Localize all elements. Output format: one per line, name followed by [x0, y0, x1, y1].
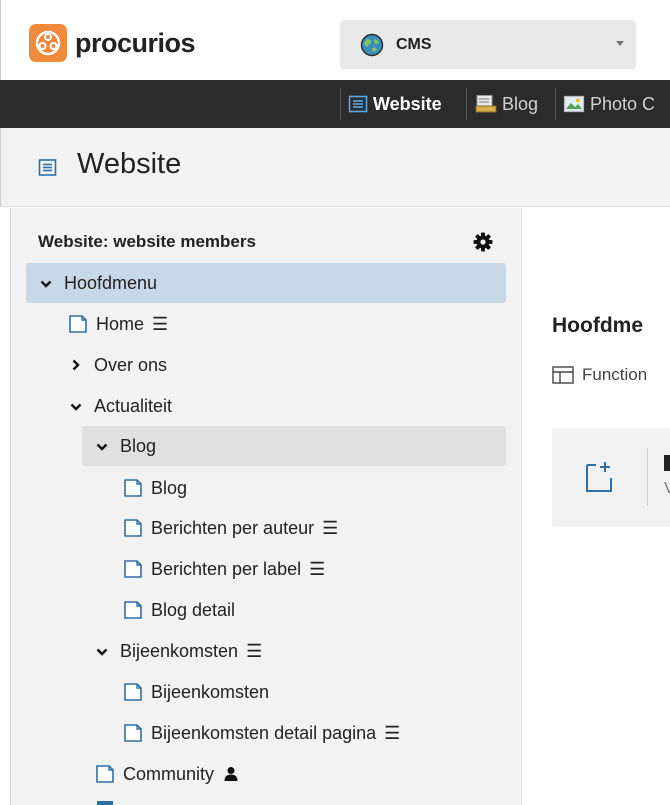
- tree-item-bijeenkomsten-folder[interactable]: Bijeenkomsten ☰: [94, 631, 262, 671]
- chevron-down-icon[interactable]: [94, 436, 110, 457]
- nav-tab-blog[interactable]: Blog: [475, 80, 538, 128]
- tree-item-label: Over ons: [94, 354, 168, 375]
- tree-item-label: Home: [96, 313, 145, 334]
- tree-item-actualiteit[interactable]: Actualiteit: [68, 386, 172, 426]
- chevron-down-icon[interactable]: [94, 641, 110, 662]
- menu-icon: ☰: [322, 517, 339, 538]
- page-icon: [124, 683, 142, 701]
- card-divider: [647, 448, 648, 506]
- layout-icon: [552, 366, 574, 384]
- card-title-fragment: [664, 455, 670, 471]
- menu-icon: ☰: [246, 640, 263, 661]
- module-nav: Website Blog Photo C: [0, 80, 670, 128]
- function-row: Function: [552, 365, 647, 385]
- menu-icon: ☰: [309, 558, 326, 579]
- tree-item-over-ons[interactable]: Over ons: [68, 345, 167, 385]
- chevron-down-icon[interactable]: [68, 396, 84, 417]
- tree-item-label: Actualiteit: [94, 395, 173, 416]
- content-title: Hoofdme: [552, 314, 643, 337]
- top-bar: procurios CMS: [0, 0, 670, 80]
- tree-item-label: Bijeenkomsten detail pagina: [151, 722, 377, 743]
- nav-tab-photo[interactable]: Photo C: [563, 80, 655, 128]
- tree-item-home[interactable]: Home ☰: [68, 304, 168, 344]
- nav-divider: [466, 88, 467, 120]
- tree-item-label: Blog detail: [151, 599, 236, 620]
- nav-tab-website[interactable]: Website: [348, 80, 442, 128]
- site-selector[interactable]: CMS: [340, 20, 636, 69]
- page-icon: [124, 724, 142, 742]
- tree-item-berichten-per-auteur[interactable]: Berichten per auteur ☰: [123, 508, 338, 548]
- nav-divider: [340, 88, 341, 120]
- tree-item-bijeenkomsten[interactable]: Bijeenkomsten: [123, 672, 269, 712]
- tree-item-label: Hoofdmenu: [64, 272, 158, 293]
- page-header: Website: [0, 128, 670, 207]
- photo-icon: [563, 95, 585, 113]
- globe-icon: [360, 33, 384, 56]
- brand-name: procurios: [75, 27, 196, 58]
- function-label: Function: [582, 365, 648, 384]
- tree-item-hoofdmenu[interactable]: Hoofdmenu: [26, 263, 506, 303]
- tree-item-label: Berichten per auteur: [151, 517, 315, 538]
- list-icon: [348, 95, 368, 113]
- site-selector-value: CMS: [396, 35, 432, 53]
- card-subtitle-fragment: V: [664, 480, 670, 497]
- tree-heading: Website: website members: [38, 232, 256, 251]
- page-icon: [124, 601, 142, 619]
- menu-icon: ☰: [152, 313, 169, 334]
- tree-item-blog[interactable]: Blog: [123, 468, 187, 508]
- tree-item-label: Bijeenkomsten: [151, 681, 270, 702]
- add-page-icon: [586, 462, 612, 492]
- tree-item-label: Blog: [120, 435, 157, 456]
- menu-icon: ☰: [384, 722, 401, 743]
- page-icon: [96, 765, 114, 783]
- nav-tab-website-label: Website: [373, 93, 442, 114]
- tree-item-bijeenkomsten-detail[interactable]: Bijeenkomsten detail pagina ☰: [123, 713, 400, 753]
- tree-item-label: Berichten per label: [151, 558, 302, 579]
- procurios-logo-icon: [29, 24, 67, 62]
- content-panel: Hoofdme Function V: [522, 208, 670, 805]
- person-icon: [224, 767, 238, 781]
- chevron-right-icon[interactable]: [68, 355, 84, 376]
- page-title: Website: [77, 148, 182, 180]
- tree-item-label: Blog: [151, 477, 188, 498]
- page-icon: [124, 560, 142, 578]
- gear-icon[interactable]: [473, 232, 493, 252]
- chevron-down-icon: [616, 41, 624, 46]
- nav-tab-blog-label: Blog: [502, 93, 539, 114]
- blog-icon: [475, 95, 497, 113]
- page-icon: [69, 315, 87, 333]
- page-icon: [124, 519, 142, 537]
- tree-item-label: Bijeenkomsten: [120, 640, 239, 661]
- chevron-down-icon[interactable]: [38, 273, 54, 294]
- tree-item-berichten-per-label[interactable]: Berichten per label ☰: [123, 549, 325, 589]
- tree-item-next: [95, 799, 395, 805]
- site-tree: Website: website members Hoofdmenu Home …: [10, 208, 522, 805]
- nav-divider: [555, 88, 556, 120]
- list-icon: [38, 159, 57, 176]
- tree-item-blog-folder[interactable]: Blog: [82, 426, 506, 466]
- tree-item-community[interactable]: Community: [95, 754, 238, 794]
- add-content-card[interactable]: V: [552, 428, 670, 527]
- page-icon: [124, 479, 142, 497]
- procurios-logo[interactable]: procurios: [29, 24, 196, 62]
- tree-item-blog-detail[interactable]: Blog detail: [123, 590, 235, 630]
- tree-item-label: Community: [123, 763, 215, 784]
- nav-tab-photo-label: Photo C: [590, 93, 656, 114]
